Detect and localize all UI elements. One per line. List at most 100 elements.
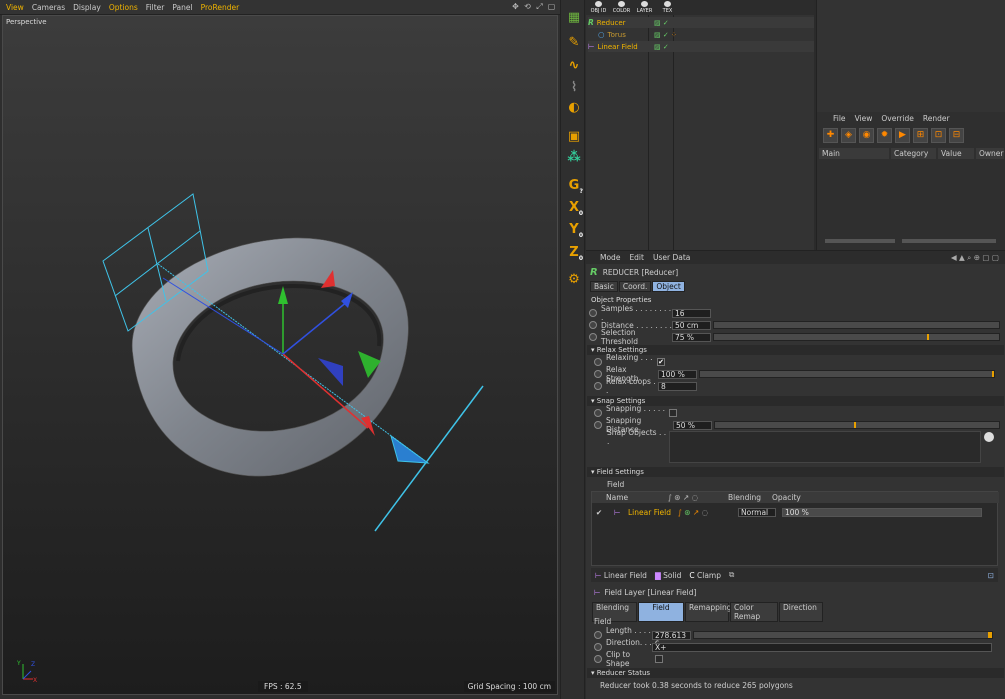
- threshold-field[interactable]: 75 %: [672, 332, 711, 342]
- tab-direction[interactable]: Direction: [779, 602, 823, 622]
- attr-menu-edit[interactable]: Edit: [629, 253, 644, 262]
- obj-id-column[interactable]: OBJ ID: [588, 0, 609, 15]
- take-menu-view[interactable]: View: [855, 114, 873, 126]
- tab-remapping[interactable]: Remapping: [685, 602, 732, 622]
- samples-anim-icon[interactable]: [589, 309, 597, 317]
- snap-objects-list[interactable]: [669, 431, 981, 463]
- snap-objects-pick-icon[interactable]: [984, 432, 994, 442]
- object-row-linear-field[interactable]: ⊢ Linear Field ▨ ✓: [588, 41, 814, 52]
- attr-nav-icons[interactable]: ◀ ▲ ⌕ ⊕ ▢ ▢: [951, 253, 999, 263]
- visibility-check-icon[interactable]: ▨ ✓ ⁘: [654, 31, 677, 39]
- take-category-column[interactable]: Category: [891, 148, 936, 159]
- field-settings-heading[interactable]: ▾ Field Settings: [587, 467, 1004, 477]
- field-row-icons[interactable]: ∫ ⊛ ↗ ◌: [678, 508, 738, 517]
- take-scrollbar-right[interactable]: [902, 239, 996, 243]
- take-owner-column[interactable]: Owner: [976, 148, 1004, 159]
- rotate-view-icon[interactable]: ⟲: [523, 2, 532, 11]
- tab-field[interactable]: Field: [638, 602, 684, 622]
- object-row-reducer[interactable]: R Reducer ▨ ✓: [588, 17, 814, 28]
- snapping-distance-field[interactable]: 50 %: [673, 420, 712, 430]
- take-menu-render[interactable]: Render: [923, 114, 950, 126]
- clip-to-shape-checkbox[interactable]: [655, 655, 663, 663]
- attr-menu-userdata[interactable]: User Data: [653, 253, 690, 262]
- clip-to-shape-anim-icon[interactable]: [594, 655, 602, 663]
- maximize-view-icon[interactable]: ▢: [547, 2, 556, 11]
- take-menu-override[interactable]: Override: [881, 114, 913, 126]
- object-row-torus[interactable]: ○ Torus ▨ ✓ ⁘: [588, 29, 814, 40]
- direction-anim-icon[interactable]: [594, 643, 602, 651]
- threshold-anim-icon[interactable]: [589, 333, 597, 341]
- menu-view[interactable]: View: [6, 3, 24, 12]
- settings-tool-icon[interactable]: ⚙: [564, 270, 584, 290]
- field-lock-icon[interactable]: ⊡: [988, 571, 994, 580]
- tab-color-remap[interactable]: Color Remap: [730, 602, 778, 622]
- auto-take-icon[interactable]: ✹: [877, 128, 892, 143]
- visibility-check-icon[interactable]: ▨ ✓: [654, 43, 669, 51]
- field-enabled-check-icon[interactable]: ✔: [592, 508, 606, 517]
- deformer-tool-icon[interactable]: ⌇: [564, 78, 584, 98]
- take-menu-file[interactable]: File: [833, 114, 846, 126]
- distance-field[interactable]: 50 cm: [672, 320, 711, 330]
- snapping-distance-slider[interactable]: [714, 421, 1000, 429]
- layer-column[interactable]: LAYER: [634, 0, 655, 15]
- tab-coord[interactable]: Coord.: [618, 281, 652, 292]
- 3d-view[interactable]: Perspective Y Z X FPS: 62.5 Grid Spacin…: [2, 15, 558, 695]
- field-blending-dropdown[interactable]: Normal: [738, 507, 776, 517]
- menu-display[interactable]: Display: [73, 3, 101, 12]
- tab-basic[interactable]: Basic: [590, 281, 618, 292]
- lock-take-icon[interactable]: ⊞: [913, 128, 928, 143]
- override-icon[interactable]: ◉: [859, 128, 874, 143]
- z-tool-icon[interactable]: Z0: [564, 243, 584, 263]
- take-filter-icon[interactable]: ⊟: [949, 128, 964, 143]
- field-opacity-column[interactable]: Opacity: [772, 493, 801, 502]
- field-blending-column[interactable]: Blending: [728, 493, 772, 502]
- relaxing-anim-icon[interactable]: [594, 358, 602, 366]
- menu-panel[interactable]: Panel: [172, 3, 192, 12]
- length-anim-icon[interactable]: [594, 631, 602, 639]
- y-tool-icon[interactable]: Y0: [564, 220, 584, 240]
- material-tool-icon[interactable]: ◐: [564, 98, 584, 118]
- object-tool-icon[interactable]: ▣: [564, 127, 584, 147]
- relax-loops-field[interactable]: 8: [658, 381, 697, 391]
- snapping-anim-icon[interactable]: [594, 409, 602, 417]
- take-main-column[interactable]: Main: [819, 148, 889, 159]
- length-field[interactable]: 278.613 c: [652, 630, 691, 646]
- take-value-column[interactable]: Value: [938, 148, 974, 159]
- color-column[interactable]: COLOR: [611, 0, 632, 15]
- add-clamp-button[interactable]: C Clamp: [689, 571, 721, 580]
- tex-column[interactable]: TEX: [657, 0, 678, 15]
- relax-loops-anim-icon[interactable]: [594, 382, 602, 390]
- visibility-check-icon[interactable]: ▨ ✓: [654, 19, 669, 27]
- field-opacity-slider[interactable]: 100 %: [782, 507, 982, 517]
- move-view-icon[interactable]: ✥: [511, 2, 520, 11]
- relax-strength-anim-icon[interactable]: [594, 370, 602, 378]
- field-name-column[interactable]: Name: [592, 493, 668, 502]
- render-take-icon[interactable]: ▶: [895, 128, 910, 143]
- direction-dropdown[interactable]: X+: [652, 642, 992, 652]
- override-group-icon[interactable]: ⊡: [931, 128, 946, 143]
- menu-filter[interactable]: Filter: [146, 3, 165, 12]
- add-solid-button[interactable]: ▇ Solid: [655, 571, 681, 580]
- relax-strength-field[interactable]: 100 %: [658, 369, 697, 379]
- attr-menu-mode[interactable]: Mode: [600, 253, 620, 262]
- menu-options[interactable]: Options: [109, 3, 138, 12]
- distance-slider[interactable]: [713, 321, 1000, 329]
- length-slider[interactable]: [693, 631, 993, 639]
- take-tool-icon[interactable]: ◈: [841, 128, 856, 143]
- take-scrollbar-left[interactable]: [825, 239, 895, 243]
- threshold-slider[interactable]: [713, 333, 1000, 341]
- tab-object[interactable]: Object: [652, 281, 685, 292]
- menu-cameras[interactable]: Cameras: [32, 3, 65, 12]
- snapping-distance-anim-icon[interactable]: [594, 421, 602, 429]
- add-take-icon[interactable]: ✚: [823, 128, 838, 143]
- field-layers-icon[interactable]: ⧉: [729, 570, 734, 580]
- g-tool-icon[interactable]: G?: [564, 176, 584, 196]
- relaxing-checkbox[interactable]: ✔: [657, 358, 665, 366]
- relax-strength-slider[interactable]: [699, 370, 995, 378]
- x-tool-icon[interactable]: X0: [564, 198, 584, 218]
- menu-prorender[interactable]: ProRender: [201, 3, 240, 12]
- mograph-tool-icon[interactable]: ⁂: [564, 148, 584, 168]
- cube-tool-icon[interactable]: ▦: [564, 8, 584, 28]
- field-row-linear-field[interactable]: ✔ ⊢ Linear Field ∫ ⊛ ↗ ◌ Normal 100 %: [592, 506, 999, 518]
- distance-anim-icon[interactable]: [589, 321, 597, 329]
